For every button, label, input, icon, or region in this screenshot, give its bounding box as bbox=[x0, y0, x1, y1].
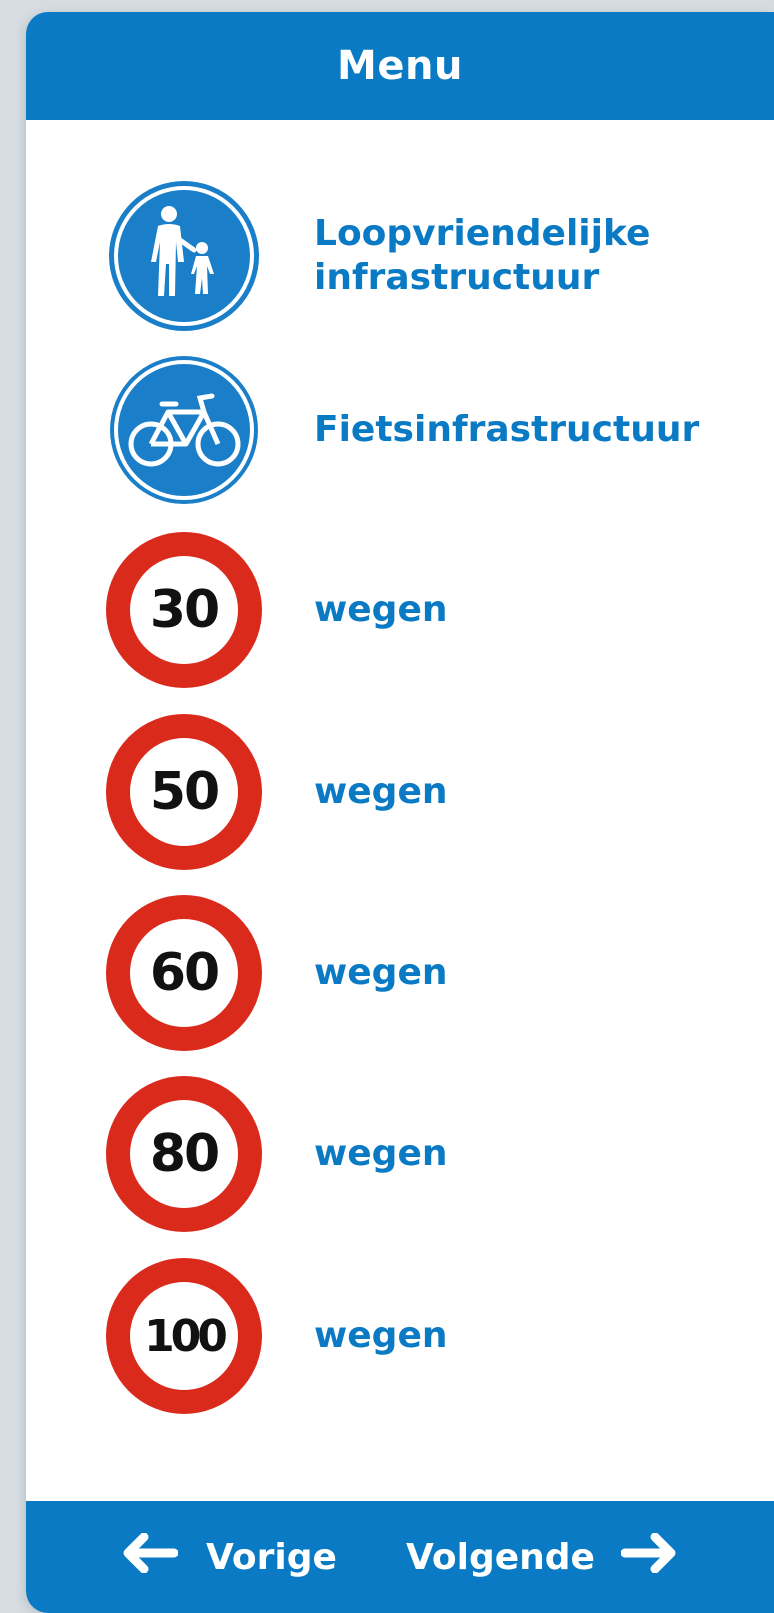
menu-item-speed-60[interactable]: 60 wegen bbox=[106, 895, 756, 1051]
menu-item-bicycle[interactable]: Fietsinfrastructuur bbox=[106, 352, 756, 508]
menu-item-speed-30[interactable]: 30 wegen bbox=[106, 532, 756, 688]
speed-limit-sign-icon: 60 bbox=[106, 895, 262, 1051]
speed-limit-value: 50 bbox=[149, 762, 220, 822]
menu-item-speed-100[interactable]: 100 wegen bbox=[106, 1258, 756, 1414]
next-button[interactable]: Volgende bbox=[406, 1501, 677, 1613]
menu-item-label: Fietsinfrastructuur bbox=[314, 409, 700, 450]
speed-limit-sign-icon: 30 bbox=[106, 532, 262, 688]
menu-item-pedestrian[interactable]: Loopvriendelijke infrastructuur bbox=[106, 178, 756, 334]
arrow-right-icon bbox=[620, 1532, 677, 1582]
bicycle-sign-icon bbox=[106, 352, 262, 508]
speed-limit-value: 80 bbox=[149, 1124, 220, 1184]
menu-header: Menu bbox=[26, 12, 774, 120]
menu-title: Menu bbox=[337, 43, 463, 89]
menu-item-label: wegen bbox=[314, 1315, 448, 1356]
speed-limit-value: 60 bbox=[149, 943, 220, 1003]
next-button-label: Volgende bbox=[406, 1536, 595, 1578]
speed-limit-sign-icon: 80 bbox=[106, 1076, 262, 1232]
menu-panel: Menu Loopvriendelijke infrastructuur Fie… bbox=[26, 12, 774, 1613]
menu-item-speed-50[interactable]: 50 wegen bbox=[106, 714, 756, 870]
menu-item-speed-80[interactable]: 80 wegen bbox=[106, 1076, 756, 1232]
menu-item-label: wegen bbox=[314, 952, 448, 993]
nav-footer: Vorige Volgende bbox=[26, 1501, 774, 1613]
menu-item-label: wegen bbox=[314, 771, 448, 812]
pedestrian-sign-icon bbox=[106, 178, 262, 334]
arrow-left-icon bbox=[122, 1532, 179, 1582]
menu-item-label: wegen bbox=[314, 589, 448, 630]
previous-button-label: Vorige bbox=[206, 1536, 337, 1578]
speed-limit-value: 100 bbox=[144, 1310, 228, 1362]
menu-item-label: wegen bbox=[314, 1133, 448, 1174]
speed-limit-sign-icon: 100 bbox=[106, 1258, 262, 1414]
speed-limit-sign-icon: 50 bbox=[106, 714, 262, 870]
speed-limit-value: 30 bbox=[149, 580, 220, 640]
previous-button[interactable]: Vorige bbox=[122, 1501, 337, 1613]
menu-item-label: Loopvriendelijke infrastructuur bbox=[314, 213, 651, 298]
